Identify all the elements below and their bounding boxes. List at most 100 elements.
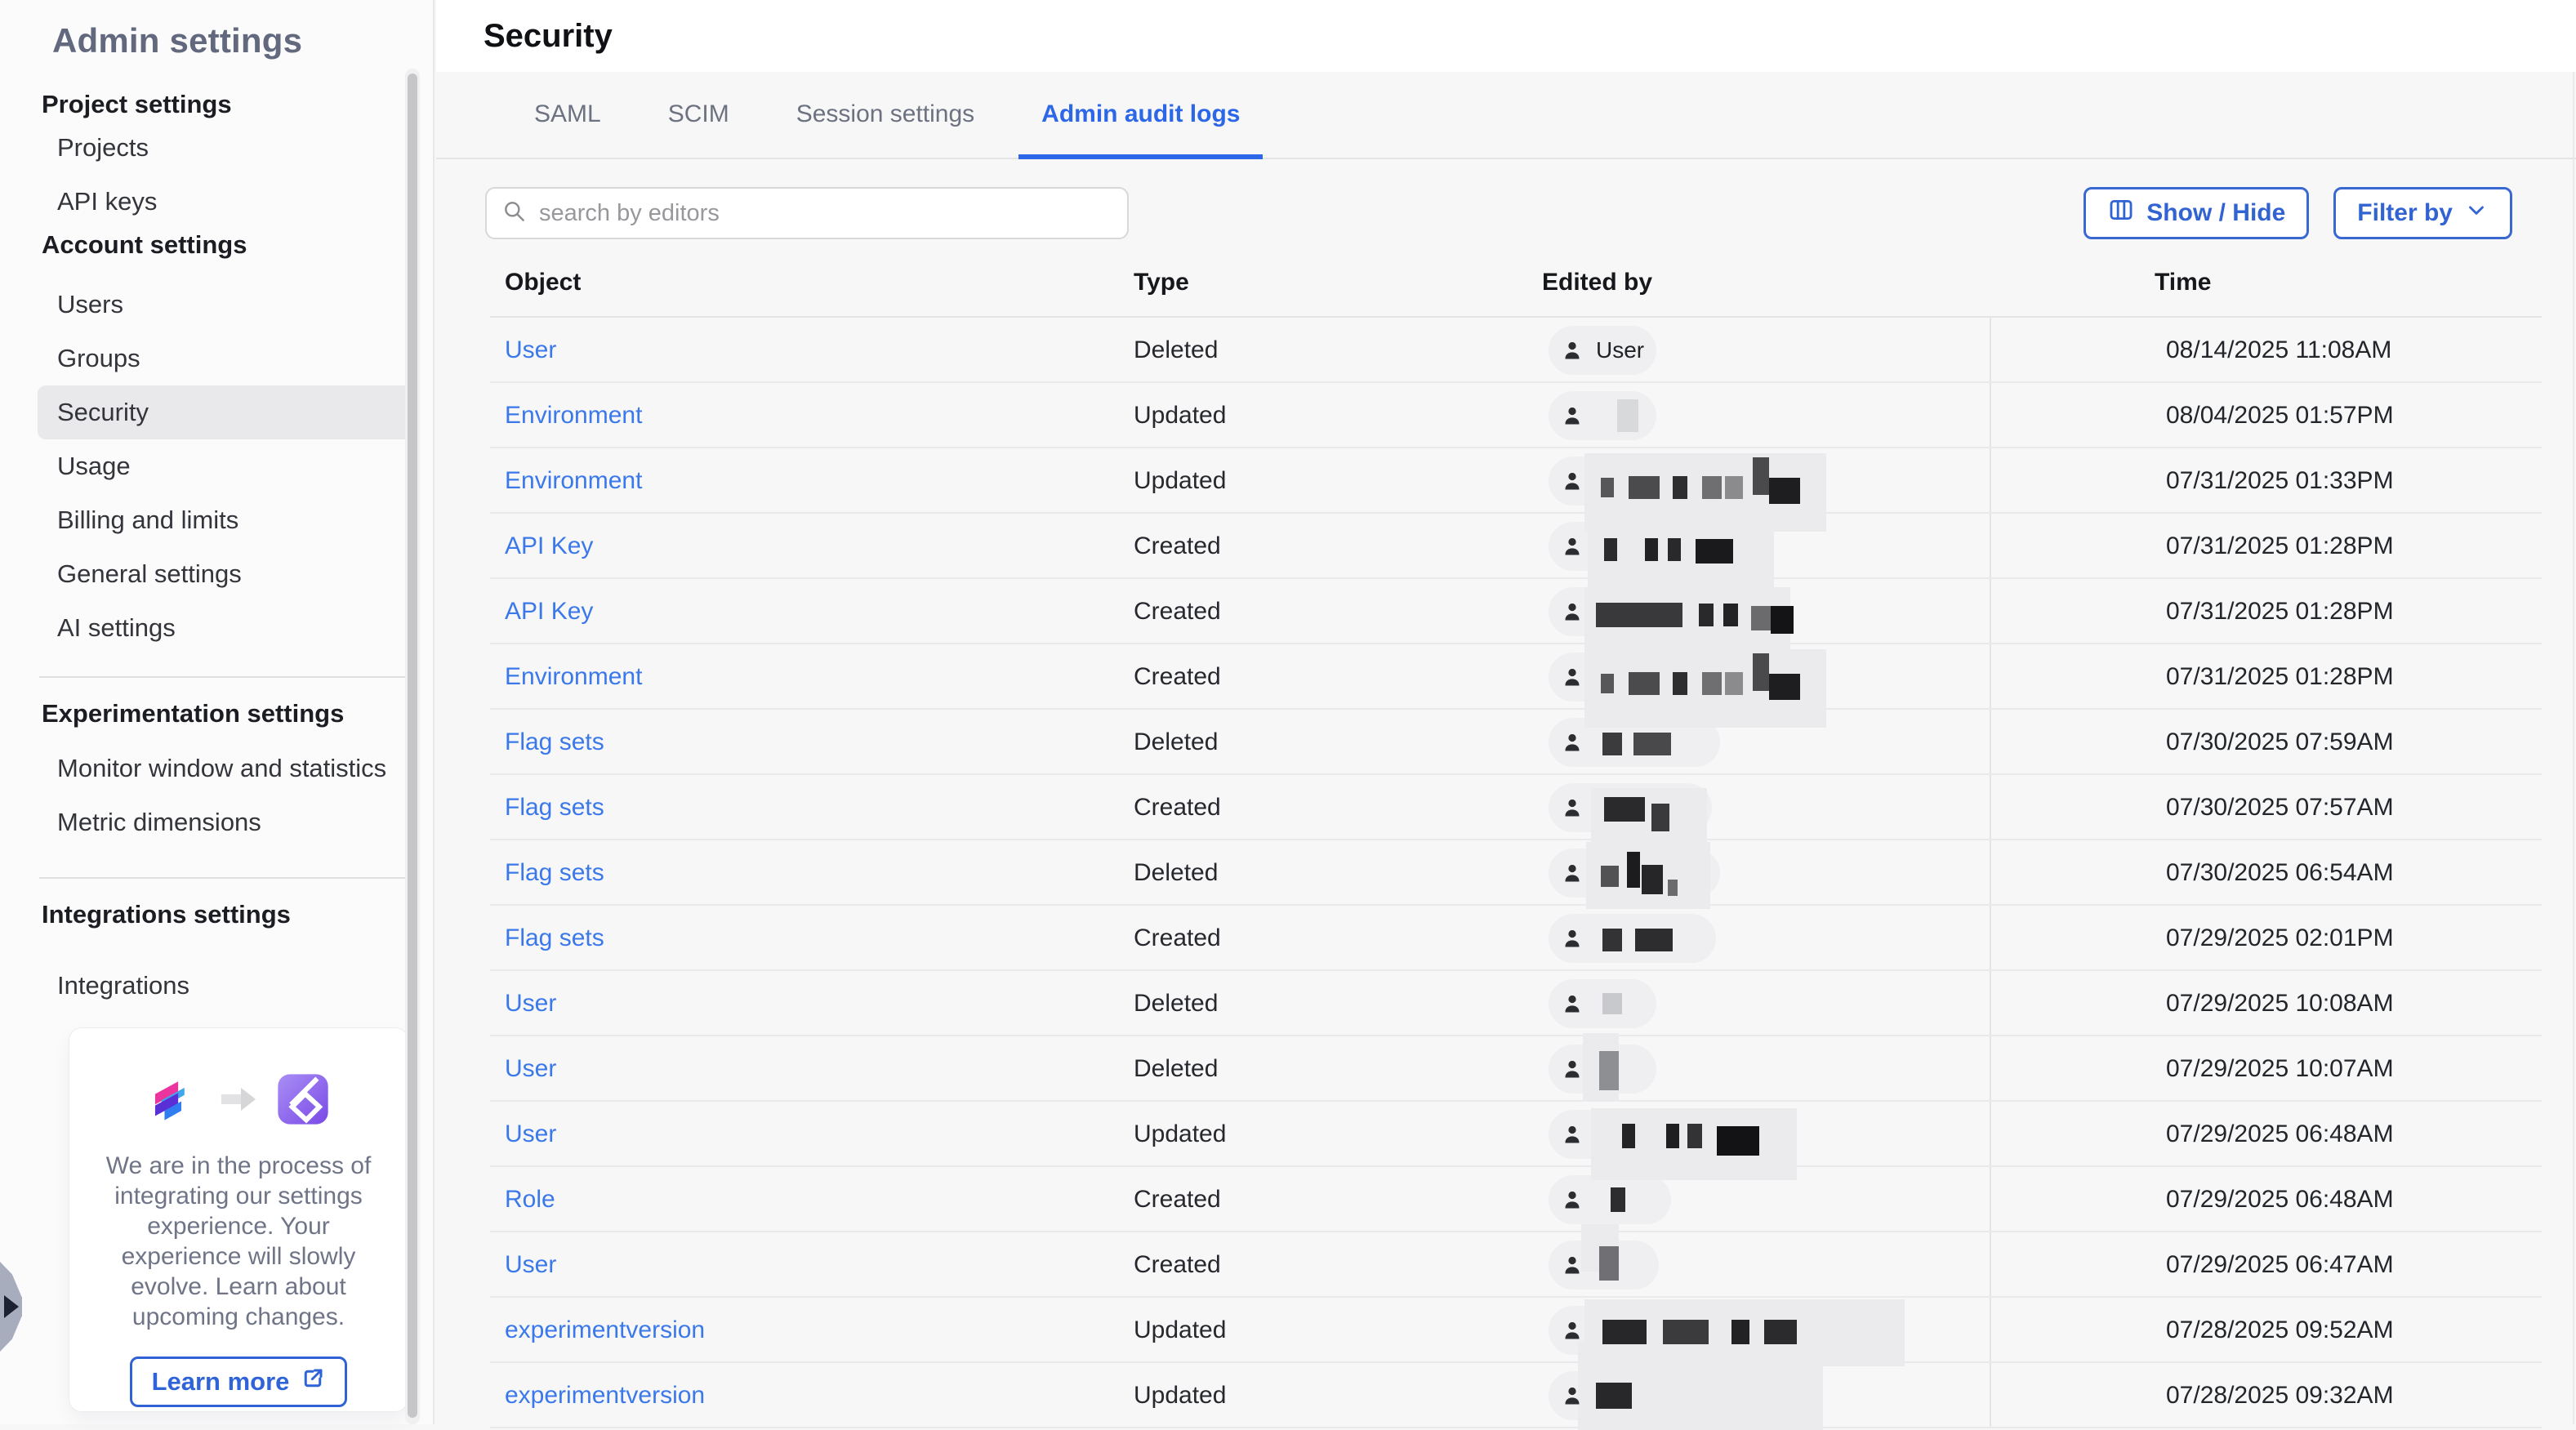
table-row: experimentversionUpdated07/28/2025 09:52… <box>490 1298 2542 1363</box>
table-row: experimentversion Updated 07/28/2025 09:32… <box>490 1363 2542 1428</box>
redaction-segment <box>1764 1320 1797 1344</box>
object-link[interactable]: User <box>505 1102 556 1167</box>
sidebar-item-security[interactable]: Security <box>38 385 413 439</box>
type-cell: Updated <box>1134 1298 1226 1363</box>
search-box <box>485 187 1129 239</box>
sidebar-scrollbar-thumb[interactable] <box>408 74 417 1418</box>
time-cell: 07/31/2025 01:33PM <box>2166 448 2394 514</box>
object-link[interactable]: Environment <box>505 383 642 448</box>
arrow-right-icon <box>220 1085 257 1117</box>
sidebar-section-account-settings: Account settings <box>42 229 413 261</box>
object-link[interactable]: User <box>505 1232 556 1298</box>
object-link[interactable]: experimentversion <box>505 1298 705 1363</box>
external-link-icon <box>301 1366 325 1397</box>
object-link[interactable]: Environment <box>505 644 642 710</box>
object-link[interactable]: Flag sets <box>505 906 604 971</box>
object-link[interactable]: User <box>505 1036 556 1102</box>
security-content: SAMLSCIMSession settingsAdmin audit logs <box>436 72 2576 1424</box>
object-link[interactable]: API Key <box>505 514 593 579</box>
type-cell: Created <box>1134 1167 1221 1232</box>
redaction-segment <box>1602 929 1622 951</box>
show-hide-button[interactable]: Show / Hide <box>2084 187 2309 239</box>
type-cell: Deleted <box>1134 971 1218 1036</box>
sidebar-item-billing-and-limits[interactable]: Billing and limits <box>38 493 413 547</box>
redacted-editor-name <box>1594 1363 1632 1428</box>
type-cell: Deleted <box>1134 840 1218 906</box>
redaction-segment <box>1617 399 1638 432</box>
edited-by-cell <box>1549 644 1941 710</box>
redacted-editor-name <box>1594 775 1669 840</box>
object-link[interactable]: Flag sets <box>505 840 604 906</box>
redaction-segment <box>1731 1320 1749 1344</box>
tab-saml[interactable]: SAML <box>511 74 624 159</box>
time-cell: 07/29/2025 10:08AM <box>2166 971 2394 1036</box>
object-link[interactable]: Flag sets <box>505 710 604 775</box>
redaction-segment <box>1725 476 1743 499</box>
columns-icon <box>2107 196 2135 230</box>
sidebar-item-users[interactable]: Users <box>38 278 413 332</box>
sidebar-item-api-keys[interactable]: API keys <box>38 175 413 229</box>
sidebar-item-ai-settings[interactable]: AI settings <box>38 601 413 655</box>
sidebar-item-metric-dimensions[interactable]: Metric dimensions <box>38 795 413 849</box>
redaction-segment <box>1753 653 1769 691</box>
object-link[interactable]: experimentversion <box>505 1363 705 1428</box>
time-cell: 07/31/2025 01:28PM <box>2166 514 2394 579</box>
sidebar-item-groups[interactable]: Groups <box>38 332 413 385</box>
time-cell: 08/14/2025 11:08AM <box>2166 318 2391 383</box>
time-cell: 07/29/2025 02:01PM <box>2166 906 2394 971</box>
edited-by-cell <box>1549 1232 1941 1298</box>
redaction-segment <box>1751 606 1771 630</box>
person-icon <box>1560 795 1584 820</box>
column-header-type: Type <box>1134 269 1189 296</box>
filter-by-label: Filter by <box>2357 199 2453 227</box>
edited-by-cell <box>1549 775 1941 840</box>
redaction-segment <box>1629 476 1660 499</box>
sidebar-item-integrations[interactable]: Integrations <box>38 959 413 1013</box>
sidebar-item-monitor-window-and-statistics[interactable]: Monitor window and statistics <box>38 742 413 795</box>
person-icon <box>1560 1318 1584 1343</box>
object-link[interactable]: Flag sets <box>505 775 604 840</box>
redacted-editor-name <box>1594 448 1800 514</box>
redaction-segment <box>1725 672 1743 695</box>
sidebar-item-general-settings[interactable]: General settings <box>38 547 413 601</box>
tab-admin-audit-logs[interactable]: Admin audit logs <box>1018 74 1263 159</box>
redaction-segment <box>1602 733 1622 755</box>
person-icon <box>1560 1383 1584 1408</box>
table-row: API KeyCreated07/31/2025 01:28PM <box>490 579 2542 644</box>
tab-scim[interactable]: SCIM <box>645 74 752 159</box>
object-link[interactable]: User <box>505 971 556 1036</box>
type-cell: Updated <box>1134 1363 1226 1428</box>
learn-more-button[interactable]: Learn more <box>130 1356 347 1407</box>
main-content: Security SAMLSCIMSession settingsAdmin a… <box>436 0 2576 1424</box>
time-cell: 07/29/2025 06:48AM <box>2166 1102 2394 1167</box>
toolbar: Show / Hide Filter by <box>436 187 2576 239</box>
person-icon <box>1560 403 1584 428</box>
promo-card: We are in the process of integrating our… <box>69 1027 408 1412</box>
object-link[interactable]: Environment <box>505 448 642 514</box>
time-cell: 07/28/2025 09:32AM <box>2166 1363 2394 1428</box>
person-icon <box>1560 338 1584 363</box>
redaction-segment <box>1601 674 1614 693</box>
redacted-editor-name <box>1594 579 1794 644</box>
redacted-editor-name <box>1594 1102 1759 1167</box>
person-icon <box>1560 665 1584 689</box>
edited-by-cell <box>1549 1298 1941 1363</box>
edited-by-cell <box>1549 1102 1941 1167</box>
object-link[interactable]: API Key <box>505 579 593 644</box>
redaction-segment <box>1666 1124 1679 1148</box>
time-cell: 07/29/2025 10:07AM <box>2166 1036 2394 1102</box>
type-cell: Created <box>1134 514 1221 579</box>
type-cell: Created <box>1134 1232 1221 1298</box>
type-cell: Created <box>1134 906 1221 971</box>
object-link[interactable]: Role <box>505 1167 555 1232</box>
sidebar-item-projects[interactable]: Projects <box>38 121 413 175</box>
tab-session-settings[interactable]: Session settings <box>773 74 997 159</box>
content-right-edge <box>2573 72 2574 1424</box>
sidebar-item-usage[interactable]: Usage <box>38 439 413 493</box>
redaction-segment <box>1723 604 1738 626</box>
search-input[interactable] <box>539 200 1112 227</box>
filter-by-button[interactable]: Filter by <box>2333 187 2512 239</box>
edited-by-cell <box>1549 383 1941 448</box>
object-link[interactable]: User <box>505 318 556 383</box>
redaction-segment <box>1673 672 1687 695</box>
